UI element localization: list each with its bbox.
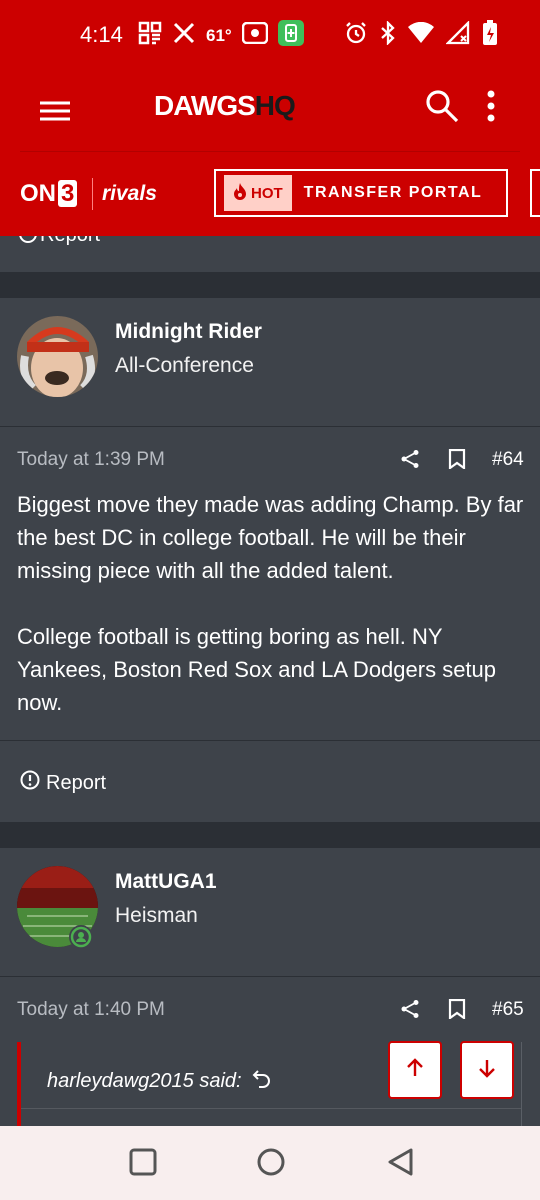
on3-text: ON [20, 180, 56, 207]
signal-icon [445, 20, 470, 50]
on3-digit: 3 [58, 180, 78, 207]
transfer-portal-label: TRANSFER PORTAL [303, 184, 483, 201]
jump-to-quote-icon[interactable] [252, 1068, 272, 1094]
hot-label: HOT [251, 184, 283, 202]
partner-separator [92, 178, 93, 210]
bluetooth-icon [380, 20, 396, 50]
flame-icon [233, 182, 247, 204]
hot-badge: HOT [224, 175, 292, 211]
on3-logo[interactable]: ON 3 [20, 180, 78, 208]
report-label: Report [46, 771, 107, 794]
arrow-up-icon [406, 1057, 424, 1083]
share-icon[interactable] [400, 999, 420, 1024]
grid-icon [138, 21, 162, 50]
post-user-row: Midnight Rider All-Conference [0, 298, 540, 427]
status-time: 4:14 [80, 22, 123, 47]
transfer-portal-button[interactable]: HOT TRANSFER PORTAL [214, 169, 508, 217]
temperature-text: 61° [206, 25, 232, 45]
battery-charging-icon [482, 20, 498, 51]
back-triangle-icon[interactable] [387, 1148, 415, 1181]
logo-text-hq: HQ [254, 90, 296, 121]
online-status-icon [68, 924, 94, 955]
logo-text-main: DAWGS [154, 90, 256, 121]
quote-attribution[interactable]: harleydawg2015 said: [47, 1068, 272, 1094]
kebab-icon [486, 90, 496, 128]
record-icon [241, 21, 268, 49]
next-partner-button[interactable] [530, 169, 540, 217]
wifi-icon [408, 21, 434, 49]
post-paragraph: Biggest move they made was adding Champ.… [17, 492, 524, 583]
previous-post-footer: Report [0, 236, 540, 272]
post-number[interactable]: #64 [492, 449, 524, 471]
post-user-row: MattUGA1 Heisman [0, 848, 540, 977]
report-button[interactable]: Report [20, 770, 106, 796]
scroll-down-button[interactable] [460, 1041, 514, 1099]
report-link[interactable]: Report [40, 236, 100, 247]
post-footer-divider [0, 740, 540, 741]
arrow-down-icon [478, 1058, 496, 1083]
post-body: Biggest move they made was adding Champ.… [17, 488, 527, 752]
user-title: All-Conference [115, 354, 254, 377]
site-logo[interactable]: DAWGSHQ [154, 90, 296, 122]
rivals-logo[interactable]: rivals [102, 182, 157, 206]
x-logo-icon [172, 21, 196, 50]
system-nav-bar [0, 1126, 540, 1200]
menu-button[interactable] [38, 94, 72, 128]
quote-block: harleydawg2015 said: [17, 1042, 522, 1126]
alarm-icon [344, 21, 368, 50]
quote-divider [21, 1108, 521, 1109]
search-button[interactable] [424, 88, 460, 129]
avatar[interactable] [17, 316, 98, 397]
bookmark-icon[interactable] [448, 448, 466, 474]
report-icon [18, 236, 38, 249]
post-64: Midnight Rider All-Conference Today at 1… [0, 298, 540, 822]
post-meta: Today at 1:39 PM #64 [0, 427, 540, 487]
battery-saver-icon [277, 20, 304, 51]
partner-bar: ON 3 rivals HOT TRANSFER PORTAL [0, 152, 540, 236]
app-bar: DAWGSHQ [0, 72, 540, 152]
recents-square-icon[interactable] [129, 1148, 157, 1181]
more-options-button[interactable] [486, 88, 496, 129]
scroll-up-button[interactable] [388, 1041, 442, 1099]
report-icon [20, 770, 40, 796]
share-icon[interactable] [400, 449, 420, 474]
post-paragraph: College football is getting boring as he… [17, 624, 497, 715]
status-bar: 4:14 61° [0, 0, 540, 72]
post-meta: Today at 1:40 PM #65 [0, 977, 540, 1037]
home-circle-icon[interactable] [257, 1148, 285, 1181]
user-title: Heisman [115, 904, 198, 927]
search-icon [424, 90, 460, 128]
post-date[interactable]: Today at 1:40 PM [17, 999, 165, 1021]
post-number[interactable]: #65 [492, 999, 524, 1021]
quote-author: harleydawg2015 said: [47, 1069, 242, 1092]
username[interactable]: Midnight Rider [115, 320, 262, 344]
bookmark-icon[interactable] [448, 998, 466, 1024]
post-date[interactable]: Today at 1:39 PM [17, 449, 165, 471]
username[interactable]: MattUGA1 [115, 870, 217, 894]
post-65: MattUGA1 Heisman Today at 1:40 PM #65 ha… [0, 848, 540, 1126]
